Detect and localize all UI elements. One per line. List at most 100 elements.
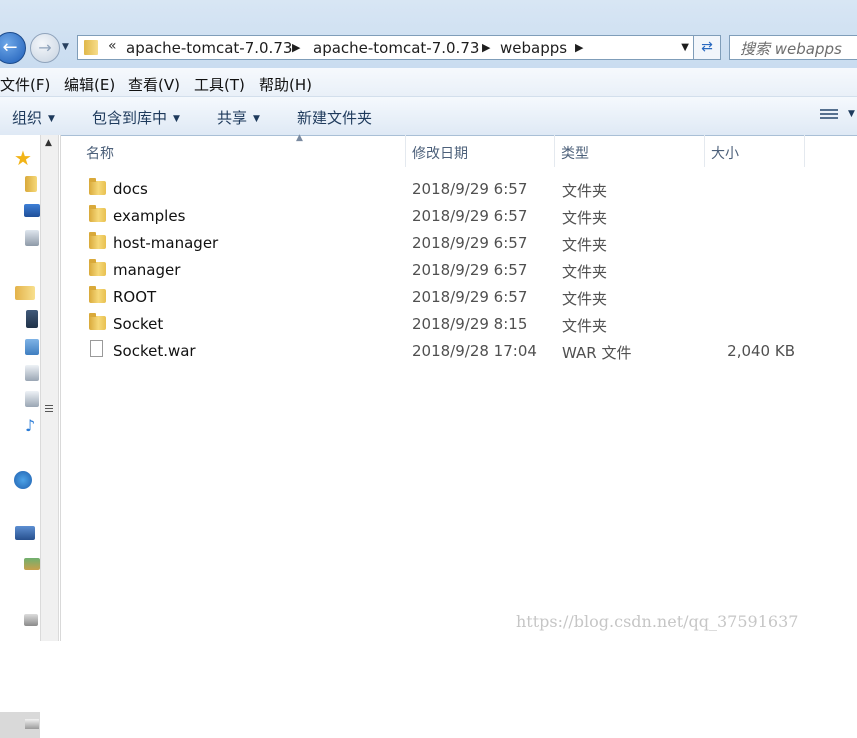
search-input[interactable]: 搜索 webapps (729, 35, 857, 60)
file-type: WAR 文件 (562, 344, 632, 362)
favorites-star-icon[interactable]: ★ (14, 146, 32, 170)
file-icon (90, 340, 103, 357)
file-name: Socket (113, 315, 164, 333)
computer-icon[interactable] (15, 526, 35, 540)
file-modified: 2018/9/28 17:04 (412, 342, 537, 360)
address-bar-row: ← → ▼ « apache-tomcat-7.0.73 ▶ apache-to… (0, 0, 857, 68)
folder-icon (84, 40, 98, 55)
folder-icon (89, 205, 106, 222)
libraries-icon[interactable] (15, 286, 35, 300)
homegroup-icon[interactable] (14, 471, 32, 489)
menu-tools[interactable]: 工具(T) (194, 74, 245, 95)
selected-drive-row[interactable] (0, 712, 40, 738)
caret-down-icon: ▼ (253, 114, 260, 124)
file-name: Socket.war (113, 342, 196, 360)
file-row[interactable]: docs 2018/9/29 6:57 文件夹 (88, 176, 848, 203)
file-type: 文件夹 (562, 290, 608, 308)
drive-icon (25, 719, 39, 729)
menu-file[interactable]: 文件(F) (0, 74, 50, 95)
column-header-modified[interactable]: 修改日期 (406, 135, 555, 167)
documents-library-icon[interactable] (25, 391, 39, 407)
forward-button[interactable]: → (30, 33, 60, 63)
command-toolbar: 组织 ▼ 包含到库中 ▼ 共享 ▼ 新建文件夹 ▼ (0, 97, 857, 136)
file-row[interactable]: ROOT 2018/9/29 6:57 文件夹 (88, 284, 848, 311)
desktop-icon[interactable] (24, 204, 40, 217)
scrollbar-grip-icon[interactable] (45, 403, 53, 414)
back-arrow-icon: ← (2, 37, 18, 58)
organize-button[interactable]: 组织 ▼ (12, 107, 55, 128)
breadcrumb-item[interactable]: apache-tomcat-7.0.73 (126, 39, 292, 57)
file-type: 文件夹 (562, 182, 608, 200)
back-button[interactable]: ← (0, 32, 26, 64)
column-name-label: 名称 (86, 146, 114, 162)
file-modified: 2018/9/29 8:15 (412, 315, 528, 333)
menu-help[interactable]: 帮助(H) (259, 74, 312, 95)
drive-icon[interactable] (24, 558, 40, 570)
column-header-row: ▲ 名称 修改日期 类型 大小 (60, 133, 857, 167)
folder-icon (89, 313, 106, 330)
breadcrumb-chevron-icon[interactable]: ▶ (575, 41, 583, 54)
navigation-scrollbar[interactable]: ▲ (40, 135, 59, 641)
column-size-label: 大小 (711, 146, 739, 162)
caret-down-icon: ▼ (48, 114, 55, 124)
column-modified-label: 修改日期 (412, 146, 468, 162)
menu-view[interactable]: 查看(V) (128, 74, 180, 95)
file-row[interactable]: Socket.war 2018/9/28 17:04 WAR 文件 2,040 … (88, 338, 848, 365)
breadcrumb-item[interactable]: apache-tomcat-7.0.73 (313, 39, 479, 57)
refresh-button[interactable]: ⇄ (694, 35, 721, 60)
pictures-library-icon[interactable] (25, 339, 39, 355)
view-options-caret-icon[interactable]: ▼ (848, 109, 855, 119)
breadcrumb-overflow[interactable]: « (108, 38, 117, 54)
new-folder-button[interactable]: 新建文件夹 (297, 107, 372, 128)
caret-down-icon: ▼ (173, 114, 180, 124)
recent-locations-dropdown[interactable]: ▼ (62, 42, 69, 52)
menu-edit[interactable]: 编辑(E) (64, 74, 115, 95)
file-size: 2,040 KB (727, 342, 795, 360)
recent-places-icon[interactable] (25, 230, 39, 246)
include-in-library-label: 包含到库中 (92, 109, 168, 127)
address-box[interactable]: « apache-tomcat-7.0.73 ▶ apache-tomcat-7… (77, 35, 694, 60)
file-modified: 2018/9/29 6:57 (412, 234, 528, 252)
file-type: 文件夹 (562, 317, 608, 335)
file-modified: 2018/9/29 6:57 (412, 207, 528, 225)
file-type: 文件夹 (562, 209, 608, 227)
file-type: 文件夹 (562, 236, 608, 254)
watermark: https://blog.csdn.net/qq_37591637 (516, 612, 799, 631)
view-options-icon[interactable] (820, 107, 838, 121)
share-label: 共享 (217, 109, 248, 127)
file-name: docs (113, 180, 148, 198)
documents-library-icon[interactable] (25, 365, 39, 381)
network-drive-icon[interactable] (24, 614, 38, 626)
downloads-folder-icon[interactable] (25, 176, 37, 192)
file-row[interactable]: examples 2018/9/29 6:57 文件夹 (88, 203, 848, 230)
share-button[interactable]: 共享 ▼ (217, 107, 260, 128)
column-type-label: 类型 (561, 146, 589, 162)
folder-icon (89, 259, 106, 276)
include-in-library-button[interactable]: 包含到库中 ▼ (92, 107, 180, 128)
file-name: examples (113, 207, 186, 225)
folder-icon (89, 286, 106, 303)
folder-icon (89, 178, 106, 195)
file-modified: 2018/9/29 6:57 (412, 180, 528, 198)
breadcrumb-chevron-icon[interactable]: ▶ (292, 41, 300, 54)
column-header-type[interactable]: 类型 (555, 135, 705, 167)
forward-arrow-icon: → (38, 38, 52, 57)
menu-bar: 文件(F) 编辑(E) 查看(V) 工具(T) 帮助(H) (0, 68, 857, 97)
refresh-icon: ⇄ (701, 39, 713, 55)
scroll-up-icon[interactable]: ▲ (45, 138, 52, 148)
column-header-size[interactable]: 大小 (705, 135, 805, 167)
file-name: host-manager (113, 234, 219, 252)
file-row[interactable]: manager 2018/9/29 6:57 文件夹 (88, 257, 848, 284)
file-modified: 2018/9/29 6:57 (412, 288, 528, 306)
breadcrumb-chevron-icon[interactable]: ▶ (482, 41, 490, 54)
file-modified: 2018/9/29 6:57 (412, 261, 528, 279)
music-library-icon[interactable]: ♪ (25, 416, 35, 435)
organize-label: 组织 (12, 109, 43, 127)
file-name: manager (113, 261, 181, 279)
videos-library-icon[interactable] (26, 310, 38, 328)
file-row[interactable]: Socket 2018/9/29 8:15 文件夹 (88, 311, 848, 338)
breadcrumb-item[interactable]: webapps (500, 39, 567, 57)
file-row[interactable]: host-manager 2018/9/29 6:57 文件夹 (88, 230, 848, 257)
address-dropdown-icon[interactable]: ▼ (681, 42, 689, 53)
column-header-name[interactable]: 名称 (60, 135, 406, 167)
